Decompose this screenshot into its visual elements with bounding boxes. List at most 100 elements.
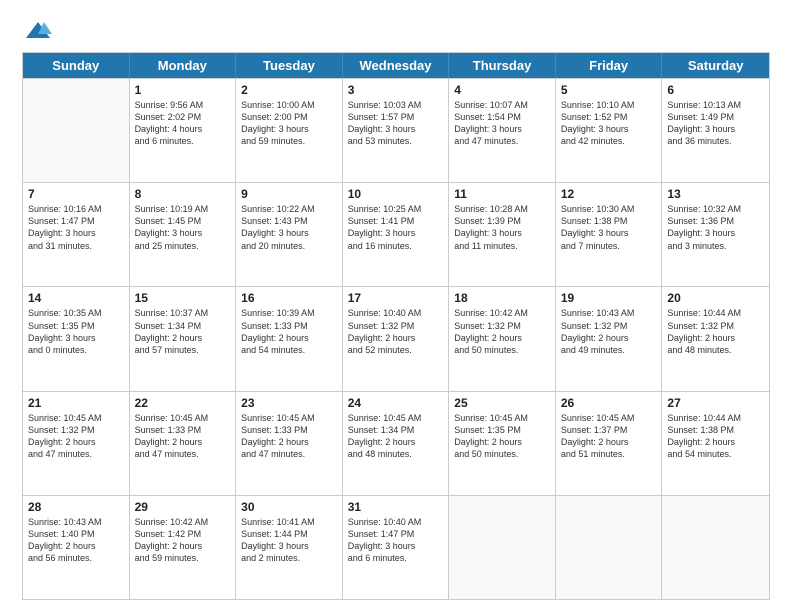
cell-info-line: and 36 minutes.	[667, 135, 764, 147]
day-number: 20	[667, 291, 764, 305]
cell-info-line: and 52 minutes.	[348, 344, 444, 356]
cell-info-line: Daylight: 3 hours	[348, 540, 444, 552]
cell-info-line: Sunrise: 10:42 AM	[135, 516, 231, 528]
day-cell-12: 12Sunrise: 10:30 AMSunset: 1:38 PMDaylig…	[556, 183, 663, 286]
cell-info-line: and 47 minutes.	[28, 448, 124, 460]
calendar-header: SundayMondayTuesdayWednesdayThursdayFrid…	[23, 53, 769, 78]
day-cell-17: 17Sunrise: 10:40 AMSunset: 1:32 PMDaylig…	[343, 287, 450, 390]
cell-info-line: and 50 minutes.	[454, 448, 550, 460]
cell-info-line: Sunset: 1:57 PM	[348, 111, 444, 123]
cell-info-line: Sunrise: 10:37 AM	[135, 307, 231, 319]
cell-info-line: Sunset: 1:32 PM	[28, 424, 124, 436]
day-number: 12	[561, 187, 657, 201]
logo	[22, 18, 52, 42]
cell-info-line: Daylight: 2 hours	[667, 436, 764, 448]
cell-info-line: and 0 minutes.	[28, 344, 124, 356]
day-cell-5: 5Sunrise: 10:10 AMSunset: 1:52 PMDayligh…	[556, 79, 663, 182]
cell-info-line: and 49 minutes.	[561, 344, 657, 356]
day-number: 14	[28, 291, 124, 305]
cell-info-line: Sunset: 1:33 PM	[241, 424, 337, 436]
cell-info-line: and 48 minutes.	[348, 448, 444, 460]
cell-info-line: Daylight: 2 hours	[454, 436, 550, 448]
cell-info-line: Sunset: 1:54 PM	[454, 111, 550, 123]
cell-info-line: Sunrise: 10:45 AM	[28, 412, 124, 424]
cell-info-line: and 7 minutes.	[561, 240, 657, 252]
cell-info-line: Daylight: 2 hours	[28, 436, 124, 448]
day-number: 18	[454, 291, 550, 305]
day-cell-10: 10Sunrise: 10:25 AMSunset: 1:41 PMDaylig…	[343, 183, 450, 286]
cell-info-line: Sunrise: 10:39 AM	[241, 307, 337, 319]
header-day-monday: Monday	[130, 53, 237, 78]
cell-info-line: Daylight: 3 hours	[561, 123, 657, 135]
cell-info-line: and 25 minutes.	[135, 240, 231, 252]
empty-cell	[662, 496, 769, 599]
day-number: 7	[28, 187, 124, 201]
cell-info-line: Sunset: 1:32 PM	[348, 320, 444, 332]
cell-info-line: Sunrise: 10:42 AM	[454, 307, 550, 319]
cell-info-line: Sunrise: 10:43 AM	[561, 307, 657, 319]
day-cell-28: 28Sunrise: 10:43 AMSunset: 1:40 PMDaylig…	[23, 496, 130, 599]
cell-info-line: Sunrise: 10:30 AM	[561, 203, 657, 215]
cell-info-line: Sunrise: 10:28 AM	[454, 203, 550, 215]
day-number: 5	[561, 83, 657, 97]
cell-info-line: Sunrise: 10:25 AM	[348, 203, 444, 215]
day-cell-19: 19Sunrise: 10:43 AMSunset: 1:32 PMDaylig…	[556, 287, 663, 390]
day-number: 1	[135, 83, 231, 97]
day-cell-30: 30Sunrise: 10:41 AMSunset: 1:44 PMDaylig…	[236, 496, 343, 599]
cell-info-line: Sunset: 1:34 PM	[348, 424, 444, 436]
cell-info-line: and 6 minutes.	[348, 552, 444, 564]
day-number: 11	[454, 187, 550, 201]
empty-cell	[556, 496, 663, 599]
cell-info-line: Sunrise: 10:35 AM	[28, 307, 124, 319]
day-cell-3: 3Sunrise: 10:03 AMSunset: 1:57 PMDayligh…	[343, 79, 450, 182]
day-cell-6: 6Sunrise: 10:13 AMSunset: 1:49 PMDayligh…	[662, 79, 769, 182]
cell-info-line: Sunrise: 10:45 AM	[454, 412, 550, 424]
cell-info-line: and 54 minutes.	[667, 448, 764, 460]
cell-info-line: and 48 minutes.	[667, 344, 764, 356]
header-day-thursday: Thursday	[449, 53, 556, 78]
cell-info-line: Sunset: 1:39 PM	[454, 215, 550, 227]
day-number: 21	[28, 396, 124, 410]
calendar-row-5: 28Sunrise: 10:43 AMSunset: 1:40 PMDaylig…	[23, 495, 769, 599]
cell-info-line: and 11 minutes.	[454, 240, 550, 252]
calendar-row-1: 1Sunrise: 9:56 AMSunset: 2:02 PMDaylight…	[23, 78, 769, 182]
empty-cell	[449, 496, 556, 599]
day-number: 13	[667, 187, 764, 201]
cell-info-line: Sunset: 2:02 PM	[135, 111, 231, 123]
cell-info-line: Sunset: 1:42 PM	[135, 528, 231, 540]
cell-info-line: Sunset: 2:00 PM	[241, 111, 337, 123]
cell-info-line: Sunset: 1:38 PM	[667, 424, 764, 436]
day-number: 17	[348, 291, 444, 305]
logo-icon	[24, 18, 52, 46]
cell-info-line: Sunrise: 10:00 AM	[241, 99, 337, 111]
day-cell-24: 24Sunrise: 10:45 AMSunset: 1:34 PMDaylig…	[343, 392, 450, 495]
cell-info-line: and 54 minutes.	[241, 344, 337, 356]
empty-cell	[23, 79, 130, 182]
cell-info-line: and 59 minutes.	[241, 135, 337, 147]
day-cell-14: 14 Sunrise: 10:35 AMSunset: 1:35 PMDaylig…	[23, 287, 130, 390]
day-number: 10	[348, 187, 444, 201]
day-number: 24	[348, 396, 444, 410]
cell-info-line: Daylight: 2 hours	[28, 540, 124, 552]
cell-info-line: and 57 minutes.	[135, 344, 231, 356]
cell-info-line: Sunset: 1:35 PM	[28, 320, 124, 332]
header-day-wednesday: Wednesday	[343, 53, 450, 78]
cell-info-line: Daylight: 3 hours	[348, 123, 444, 135]
day-number: 3	[348, 83, 444, 97]
day-cell-7: 7Sunrise: 10:16 AMSunset: 1:47 PMDayligh…	[23, 183, 130, 286]
day-number: 28	[28, 500, 124, 514]
cell-info-line: Sunrise: 10:41 AM	[241, 516, 337, 528]
day-number: 31	[348, 500, 444, 514]
day-cell-9: 9Sunrise: 10:22 AMSunset: 1:43 PMDayligh…	[236, 183, 343, 286]
cell-info-line: Sunset: 1:32 PM	[667, 320, 764, 332]
cell-info-line: Daylight: 2 hours	[135, 436, 231, 448]
header	[22, 18, 770, 42]
cell-info-line: Daylight: 2 hours	[241, 332, 337, 344]
cell-info-line: and 50 minutes.	[454, 344, 550, 356]
cell-info-line: Daylight: 3 hours	[28, 332, 124, 344]
cell-info-line: Daylight: 3 hours	[454, 227, 550, 239]
cell-info-line: Daylight: 2 hours	[241, 436, 337, 448]
cell-info-line: Daylight: 2 hours	[135, 332, 231, 344]
cell-info-line: Daylight: 3 hours	[241, 227, 337, 239]
day-number: 26	[561, 396, 657, 410]
